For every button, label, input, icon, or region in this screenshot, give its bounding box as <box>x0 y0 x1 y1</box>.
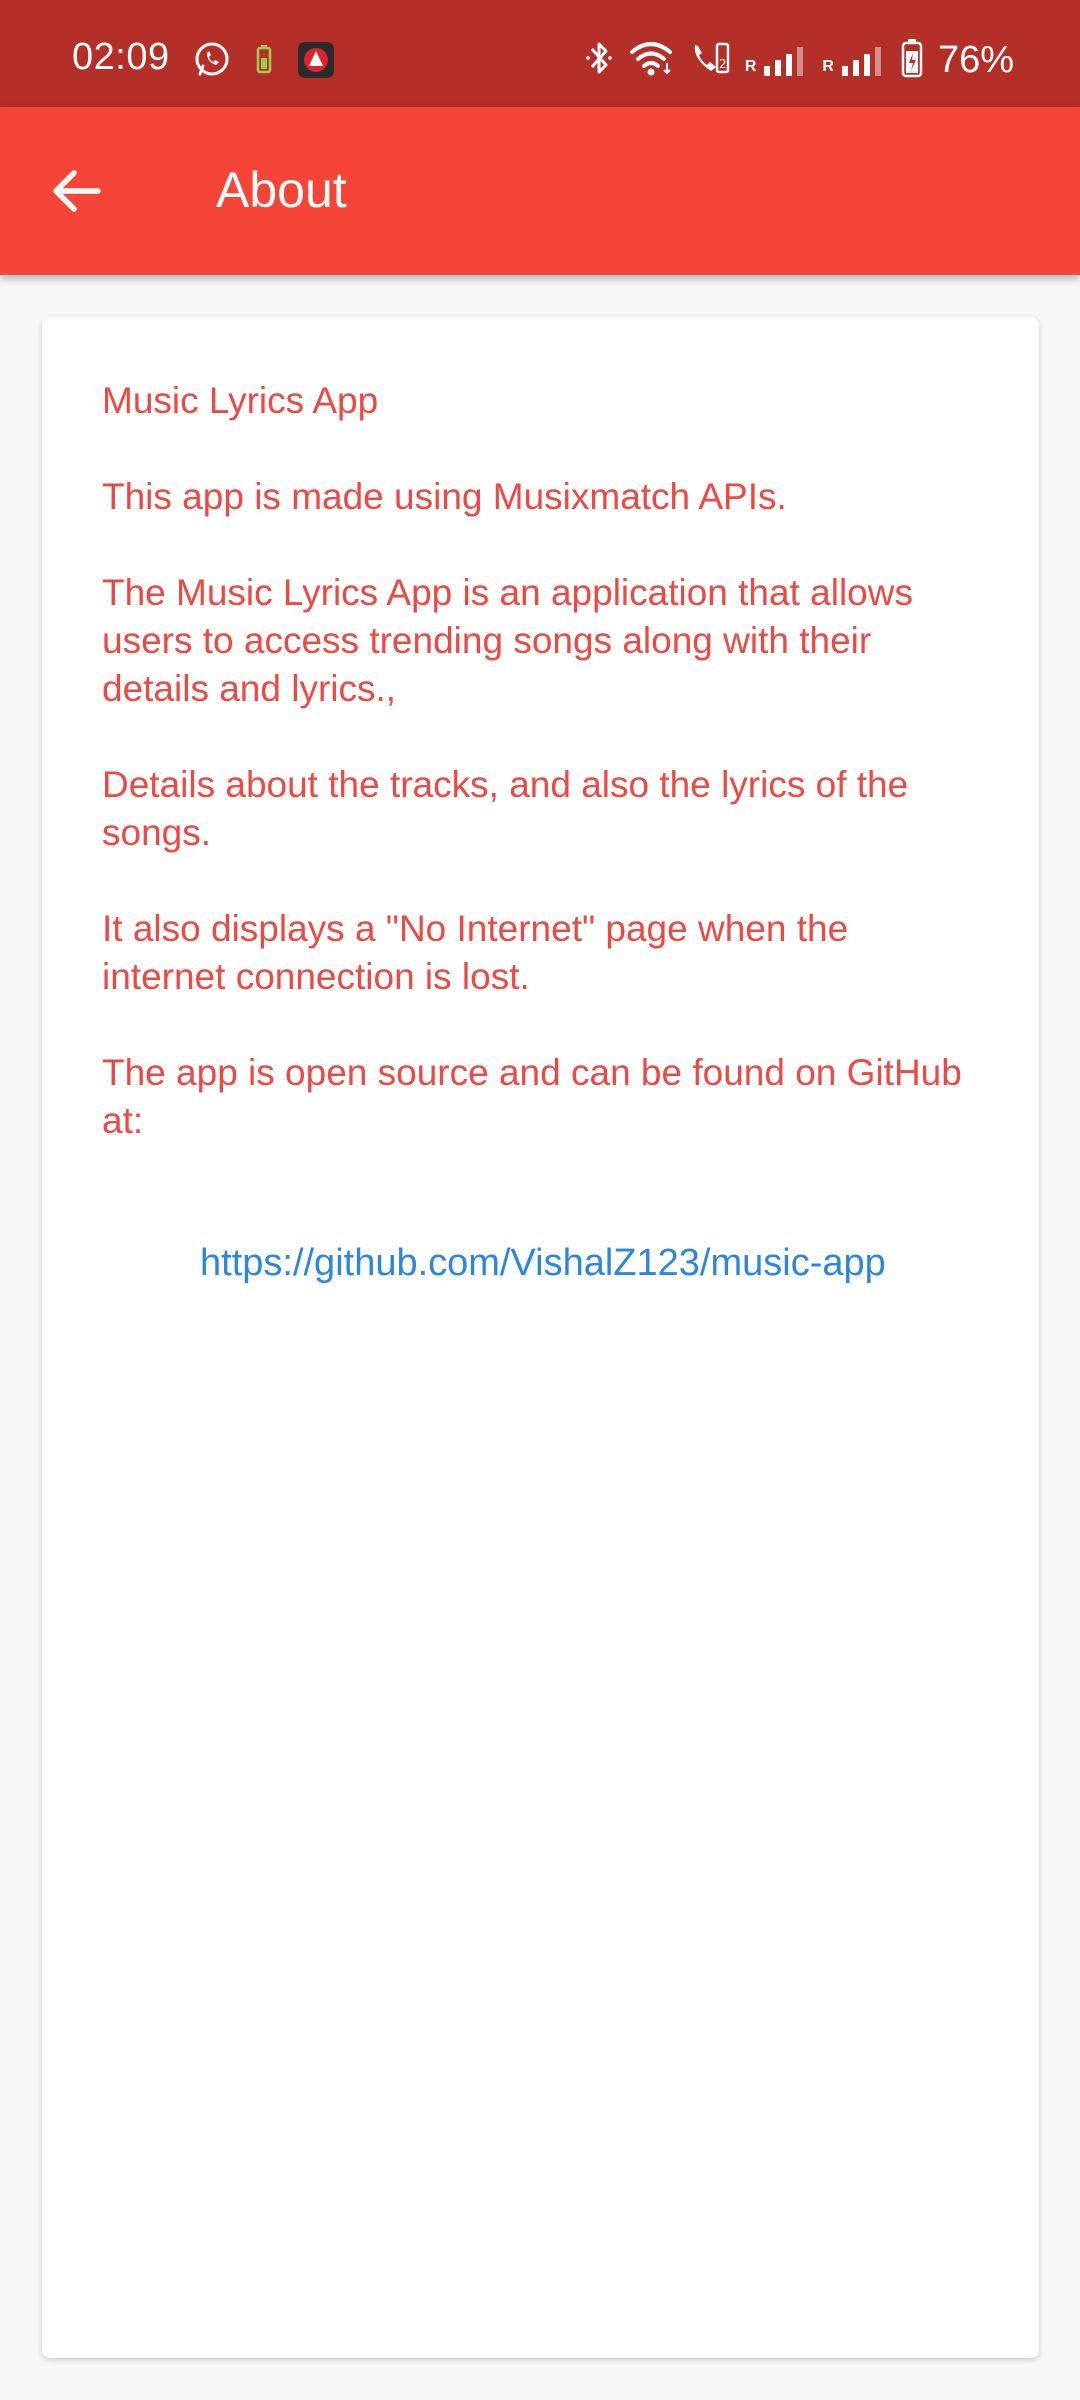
app-bar: About <box>0 107 1080 275</box>
page-title: About <box>216 162 347 218</box>
api-note-text: This app is made using Musixmatch APIs. <box>102 476 787 517</box>
status-left-icons <box>192 40 336 85</box>
status-bar: 02:09 2 R R 76% <box>0 0 1080 107</box>
back-button[interactable] <box>36 151 116 231</box>
bluetooth-icon <box>585 39 615 82</box>
details-text: Details about the tracks, and also the l… <box>102 764 909 853</box>
arrow-back-icon <box>53 170 101 212</box>
status-right-icons: 2 R R 76% <box>585 38 1014 83</box>
app-name-text: Music Lyrics App <box>102 380 379 421</box>
github-link[interactable]: https://github.com/VishalZ123/music-app <box>102 1239 979 1287</box>
cell-signal-icon <box>841 46 881 76</box>
open-source-text: The app is open source and can be found … <box>102 1052 962 1141</box>
battery-percentage: 76% <box>937 39 1014 81</box>
about-card: Music Lyrics App This app is made using … <box>42 317 1039 2358</box>
no-internet-text: It also displays a "No Internet" page wh… <box>102 908 849 997</box>
cell-signal-1: R <box>745 46 809 76</box>
status-time: 02:09 <box>72 36 170 78</box>
svg-text:2: 2 <box>719 57 727 71</box>
description-text: The Music Lyrics App is an application t… <box>102 572 913 709</box>
whatsapp-icon <box>192 40 232 85</box>
app-notification-icon <box>296 40 336 85</box>
cell-signal-2: R <box>822 46 886 76</box>
wifi-icon <box>629 39 675 82</box>
battery-icon <box>900 38 924 83</box>
battery-saver-icon <box>254 44 274 81</box>
wifi-calling-icon: 2 <box>689 39 731 82</box>
cell-signal-icon <box>764 46 804 76</box>
